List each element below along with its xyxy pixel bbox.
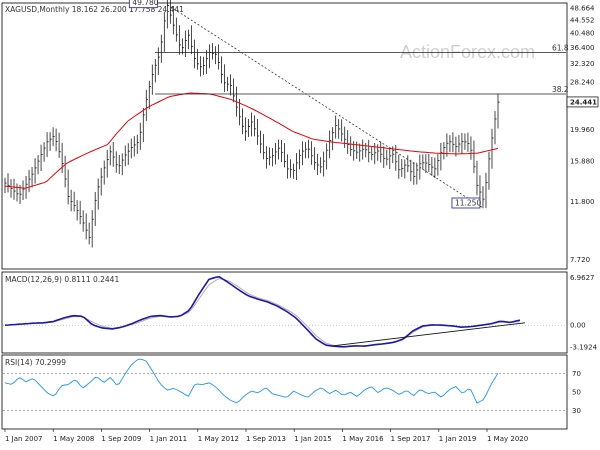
x-tick-label: 1 May 2008 [53, 435, 94, 443]
price-tick-label: 19.960 [570, 126, 595, 134]
price-axis: 48.66444.55240.48036.40032.32028.24024.1… [566, 4, 599, 264]
rsi-tick-label: 70 [572, 370, 581, 378]
fib-level-label: 38.2 [552, 85, 569, 94]
x-tick-label: 1 Sep 2017 [391, 435, 431, 443]
annotation-label: 11.250 [455, 198, 481, 207]
price-tick-label: 48.664 [570, 4, 595, 12]
price-tick-label: 15.880 [570, 157, 595, 165]
macd-tick-label: -3.1924 [570, 344, 598, 352]
price-tick-label: 7.720 [570, 256, 590, 264]
price-tick-label: 28.240 [570, 79, 595, 87]
x-tick-label: 1 Jan 2011 [150, 435, 188, 443]
macd-tick-label: 0.00 [570, 322, 586, 330]
price-tick-label: 44.552 [570, 16, 595, 24]
macd-tick-label: 6.9627 [570, 274, 595, 282]
fib-level-label: 61.8 [552, 44, 569, 53]
x-tick-label: 1 Jan 2019 [439, 435, 477, 443]
x-tick-label: 1 May 2012 [198, 435, 239, 443]
price-tick-label: 36.400 [570, 44, 595, 52]
x-tick-label: 1 Sep 2013 [246, 435, 286, 443]
chart-canvas: ActionForex.com XAGUSD,Monthly 18.162 26… [1, 0, 599, 443]
rsi-tick-label: 50 [572, 389, 581, 397]
price-tick-label: 11.800 [570, 198, 595, 206]
x-tick-label: 1 Jan 2007 [5, 435, 43, 443]
macd-panel-frame [1, 271, 568, 354]
rsi-panel-header: RSI(14) 70.2999 [5, 358, 66, 367]
annotation-label: 49.780 [132, 0, 158, 7]
x-tick-label: 1 May 2020 [487, 435, 528, 443]
price-tick-label: 40.480 [570, 29, 595, 37]
watermark: ActionForex.com [400, 42, 535, 62]
rsi-tick-label: 30 [572, 407, 581, 415]
price-tick-label: 32.320 [570, 60, 595, 68]
macd-panel-header: MACD(12,26,9) 0.8111 0.2441 [5, 275, 119, 284]
x-axis: 1 Jan 2007 1 May 2008 1 Sep 2009 1 Jan 2011… [4, 429, 528, 443]
rsi-panel-frame [1, 354, 568, 430]
x-tick-label: 1 Sep 2009 [101, 435, 141, 443]
x-tick-label: 1 Jan 2015 [294, 435, 332, 443]
last-price-label: 24.441 [570, 98, 597, 106]
x-tick-label: 1 May 2016 [342, 435, 384, 443]
